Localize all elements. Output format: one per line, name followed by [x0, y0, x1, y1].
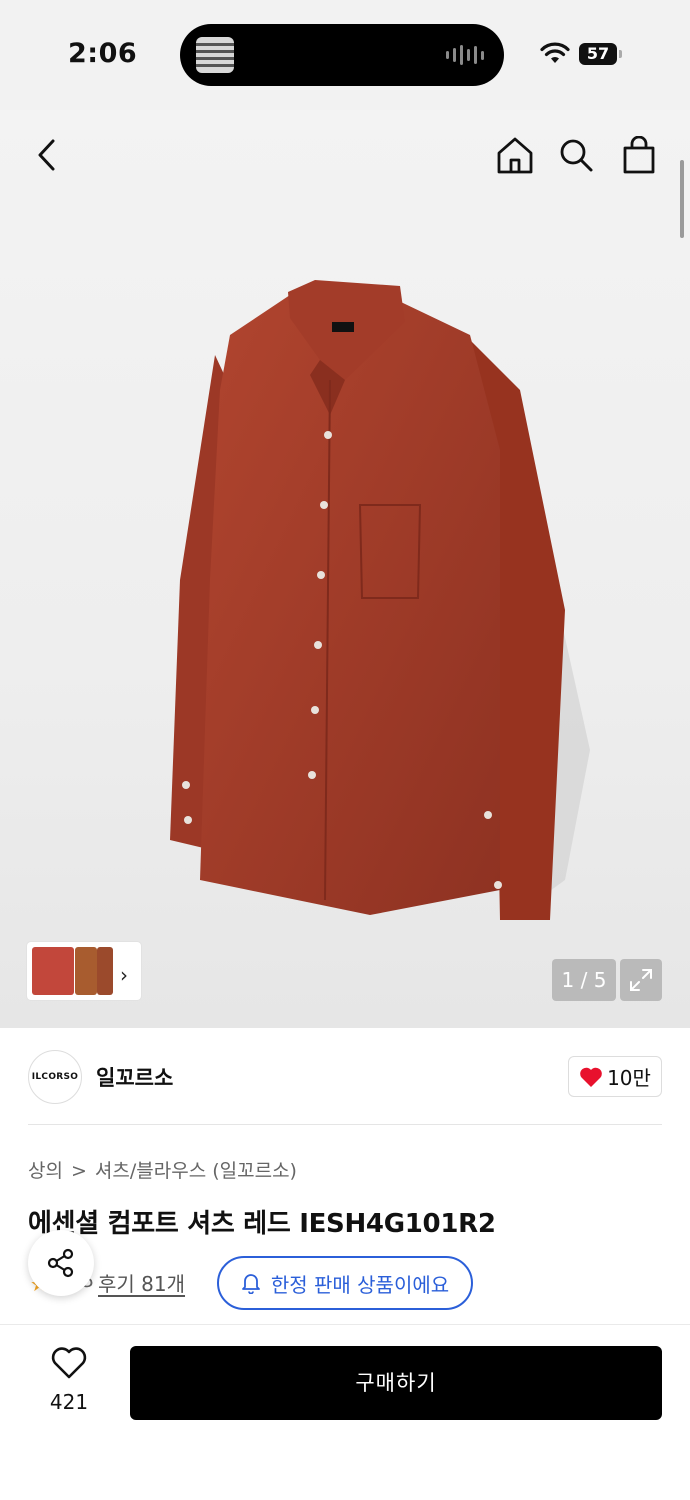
expand-button[interactable] [620, 959, 662, 1001]
breadcrumb-subcategory[interactable]: 셔츠/블라우스 (일꼬르소) [95, 1160, 297, 1182]
brand-name[interactable]: 일꼬르소 [96, 1062, 173, 1092]
heart-filled-icon [580, 1067, 602, 1087]
bell-icon [241, 1274, 260, 1294]
battery-icon: 57 [579, 43, 617, 65]
buy-button[interactable]: 구매하기 [130, 1346, 662, 1420]
divider [28, 1124, 662, 1125]
image-counter: 1 / 5 [552, 959, 616, 1001]
album-art-icon [196, 37, 234, 73]
brand-like-button[interactable]: 10만 [568, 1056, 662, 1097]
wifi-icon [540, 42, 570, 63]
home-icon [497, 137, 533, 174]
battery-tip [619, 50, 622, 58]
back-icon [38, 139, 55, 171]
thumbnail-2[interactable] [75, 947, 97, 995]
limited-sale-badge[interactable]: 한정 판매 상품이에요 [217, 1256, 473, 1310]
thumbnail-1[interactable] [32, 947, 74, 995]
brand-like-count: 10만 [607, 1066, 651, 1090]
breadcrumb-separator: > [70, 1160, 87, 1182]
expand-icon [630, 969, 652, 991]
product-image[interactable] [170, 280, 590, 960]
dynamic-island[interactable] [180, 24, 504, 86]
thumbnail-3[interactable] [97, 947, 113, 995]
breadcrumb: 상의 > 셔츠/블라우스 (일꼬르소) [28, 1156, 297, 1183]
chevron-right-icon[interactable]: › [120, 963, 128, 987]
review-link[interactable]: 후기 81개 [98, 1268, 185, 1297]
scroll-indicator[interactable] [680, 160, 684, 238]
wishlist-count: 421 [49, 1390, 89, 1414]
brand-logo[interactable]: ILCORSO [28, 1050, 82, 1104]
search-button[interactable] [551, 130, 601, 180]
product-gallery[interactable]: › 1 / 5 [0, 110, 690, 1028]
limited-sale-label: 한정 판매 상품이에요 [270, 1272, 450, 1297]
breadcrumb-category[interactable]: 상의 [28, 1160, 63, 1182]
search-icon [560, 139, 593, 172]
product-title: 에센셜 컴포트 셔츠 레드 IESH4G101R2 [28, 1209, 496, 1239]
cart-icon [623, 136, 655, 174]
heart-outline-icon [51, 1347, 87, 1379]
cart-button[interactable] [614, 130, 664, 180]
home-button[interactable] [490, 130, 540, 180]
back-button[interactable] [22, 130, 72, 180]
status-time: 2:06 [68, 38, 138, 69]
audio-waveform-icon [446, 44, 484, 66]
share-icon [47, 1248, 74, 1278]
share-button[interactable] [28, 1230, 94, 1296]
status-bar: 2:06 57 [0, 0, 690, 110]
